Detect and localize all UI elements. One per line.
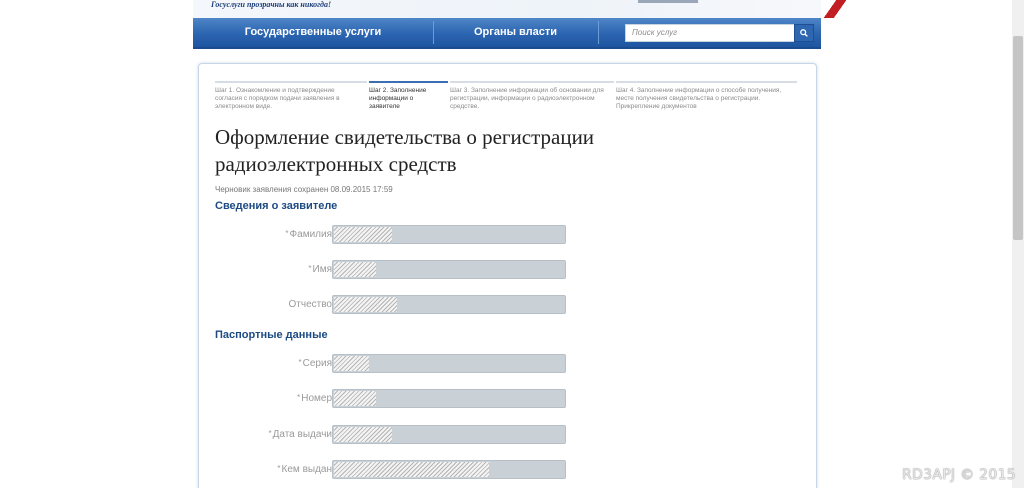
nav-separator bbox=[598, 21, 599, 44]
required-mark: * bbox=[308, 264, 312, 273]
nav-item-authorities[interactable]: Органы власти bbox=[433, 18, 598, 47]
required-mark: * bbox=[268, 429, 272, 438]
banner-decoration bbox=[638, 0, 698, 3]
top-banner: Госуслуги прозрачны как никогда! bbox=[193, 0, 821, 18]
page-title: Оформление свидетельства о регистрации р… bbox=[215, 125, 595, 176]
nav-item-gov-services[interactable]: Государственные услуги bbox=[193, 18, 433, 47]
passport-series-field[interactable] bbox=[332, 354, 566, 373]
field-label-number: *Номер bbox=[297, 393, 332, 404]
redacted-value bbox=[334, 391, 376, 406]
field-label-patronymic: Отчество bbox=[288, 299, 332, 310]
redacted-value bbox=[334, 356, 369, 371]
issued-by-field[interactable] bbox=[332, 460, 566, 479]
watermark: RD3APJ © 2015 bbox=[902, 467, 1016, 483]
page-scrollbar[interactable] bbox=[1012, 0, 1024, 488]
field-row-number: *Номер bbox=[199, 389, 619, 408]
main-navbar: Государственные услуги Органы власти Пои… bbox=[193, 18, 821, 49]
search-icon bbox=[800, 29, 808, 37]
field-row-issued-by: *Кем выдан bbox=[199, 460, 619, 479]
required-mark: * bbox=[285, 229, 289, 238]
field-label-series: *Серия bbox=[298, 358, 332, 369]
scrollbar-thumb[interactable] bbox=[1013, 36, 1023, 240]
step-3[interactable]: Шаг 3. Заполнение информации об основани… bbox=[450, 81, 614, 121]
required-mark: * bbox=[277, 464, 281, 473]
lastname-field[interactable] bbox=[332, 225, 566, 244]
search-button[interactable] bbox=[794, 24, 814, 42]
step-1[interactable]: Шаг 1. Ознакомление и подтверждение согл… bbox=[215, 81, 367, 121]
wizard-steps: Шаг 1. Ознакомление и подтверждение согл… bbox=[215, 81, 797, 121]
search-input[interactable]: Поиск услуг bbox=[625, 24, 795, 42]
field-label-issue-date: *Дата выдачи bbox=[268, 429, 332, 440]
field-label-lastname: *Фамилия bbox=[285, 229, 332, 240]
issue-date-field[interactable] bbox=[332, 425, 566, 444]
field-row-patronymic: Отчество bbox=[199, 295, 619, 314]
field-row-issue-date: *Дата выдачи bbox=[199, 425, 619, 444]
field-label-issued-by: *Кем выдан bbox=[277, 464, 332, 475]
draft-saved-note: Черновик заявления сохранен 08.09.2015 1… bbox=[215, 185, 393, 194]
step-4[interactable]: Шаг 4. Заполнение информации о способе п… bbox=[616, 81, 797, 121]
step-2[interactable]: Шаг 2. Заполнение информации о заявителе bbox=[369, 81, 448, 121]
field-row-series: *Серия bbox=[199, 354, 619, 373]
section-title-passport: Паспортные данные bbox=[215, 329, 328, 341]
portal-slogan: Госуслуги прозрачны как никогда! bbox=[211, 0, 332, 9]
form-card: Шаг 1. Ознакомление и подтверждение согл… bbox=[198, 63, 817, 488]
section-title-applicant: Сведения о заявителе bbox=[215, 200, 338, 212]
field-label-firstname: *Имя bbox=[308, 264, 332, 275]
redacted-value bbox=[334, 262, 376, 277]
passport-number-field[interactable] bbox=[332, 389, 566, 408]
firstname-field[interactable] bbox=[332, 260, 566, 279]
redacted-value bbox=[334, 462, 490, 477]
field-row-lastname: *Фамилия bbox=[199, 225, 619, 244]
redacted-value bbox=[334, 297, 397, 312]
required-mark: * bbox=[297, 393, 301, 402]
red-corner-decoration bbox=[818, 0, 846, 18]
field-row-firstname: *Имя bbox=[199, 260, 619, 279]
redacted-value bbox=[334, 227, 392, 242]
patronymic-field[interactable] bbox=[332, 295, 566, 314]
redacted-value bbox=[334, 427, 392, 442]
required-mark: * bbox=[298, 358, 302, 367]
